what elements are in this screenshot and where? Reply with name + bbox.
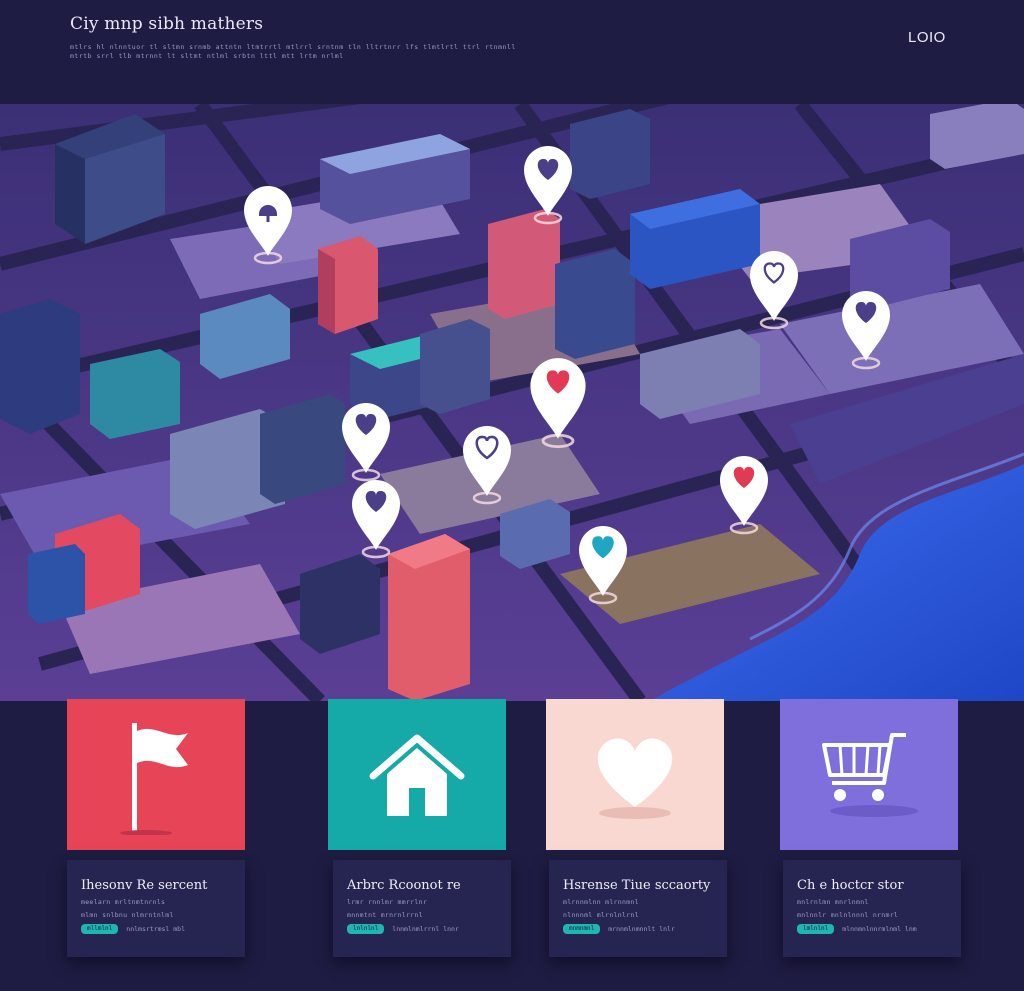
page-subtitle-2: mtrtb srrl tlb mtrnnt lt sltmt ntlml srb… [70,52,344,60]
category-description: mlrnnmlnn mlrnnmnl [563,898,639,906]
page-header: Ciy mnp sibh mathers mtlrs hl nlnntuor t… [0,0,1024,104]
category-title: Arbrc Rcoonot re [347,878,461,893]
category-badge[interactable]: lnlnlnl [347,924,385,934]
category-tile-cart[interactable] [780,699,958,850]
category-description-2: mnlnnlr mnlnlnnnl nrnmrl [797,911,899,919]
heart-icon [597,737,673,819]
cart-icon [822,732,918,817]
category-card-shop[interactable]: Ch e hoctcr stor mnlrnlmn mnrlnmnl mnlnn… [783,860,961,957]
category-badge[interactable]: mnmnmnl [563,924,601,934]
category-description-2: mnnmtnt mrnrnlrrnl [347,911,423,919]
category-tile-heart[interactable] [546,699,724,850]
category-card-home[interactable]: Arbrc Rcoonot re lrmr rnnlmr mmrrlnr mnn… [333,860,511,957]
category-description: lrmr rnnlmr mmrrlnr [347,898,428,906]
city-map[interactable] [0,104,1024,701]
category-title: Hsrense Tiue sccaorty [563,878,711,893]
category-meta: mlnnmnlnnrmlnml lnm [842,925,917,933]
page-subtitle: mtlrs hl nlnntuor tl sltmn srnmb attntn … [70,43,516,51]
flag-icon [120,722,188,835]
category-meta: nnlmsrtrmsl mbl [126,925,185,933]
category-tile-flag[interactable] [67,699,245,850]
category-meta: mrnnmlnmnnlt lnlr [608,925,675,933]
home-icon [369,734,465,816]
page-title: Ciy mnp sibh mathers [70,14,264,34]
category-title: Ihesonv Re sercent [81,878,208,893]
category-tile-home[interactable] [328,699,506,850]
category-description-2: nlnnnml mlrnlnlrnl [563,911,639,919]
category-badge[interactable]: lmlnlnl [797,924,835,934]
category-description-2: mlmn snlbnu nlmrntnlml [81,911,174,919]
category-title: Ch e hoctcr stor [797,878,904,893]
category-card-favorites[interactable]: Hsrense Tiue sccaorty mlrnnmlnn mlrnnmnl… [549,860,727,957]
category-badge[interactable]: mllmlnl [81,924,119,934]
category-description: meelarn mrltnmtnrnls [81,898,166,906]
category-description: mnlrnlmn mnrlnmnl [797,898,869,906]
logo[interactable]: LOIO [908,29,946,46]
category-meta: lnnmlnmlrrnl lnnr [392,925,459,933]
category-card-residence[interactable]: Ihesonv Re sercent meelarn mrltnmtnrnls … [67,860,245,957]
